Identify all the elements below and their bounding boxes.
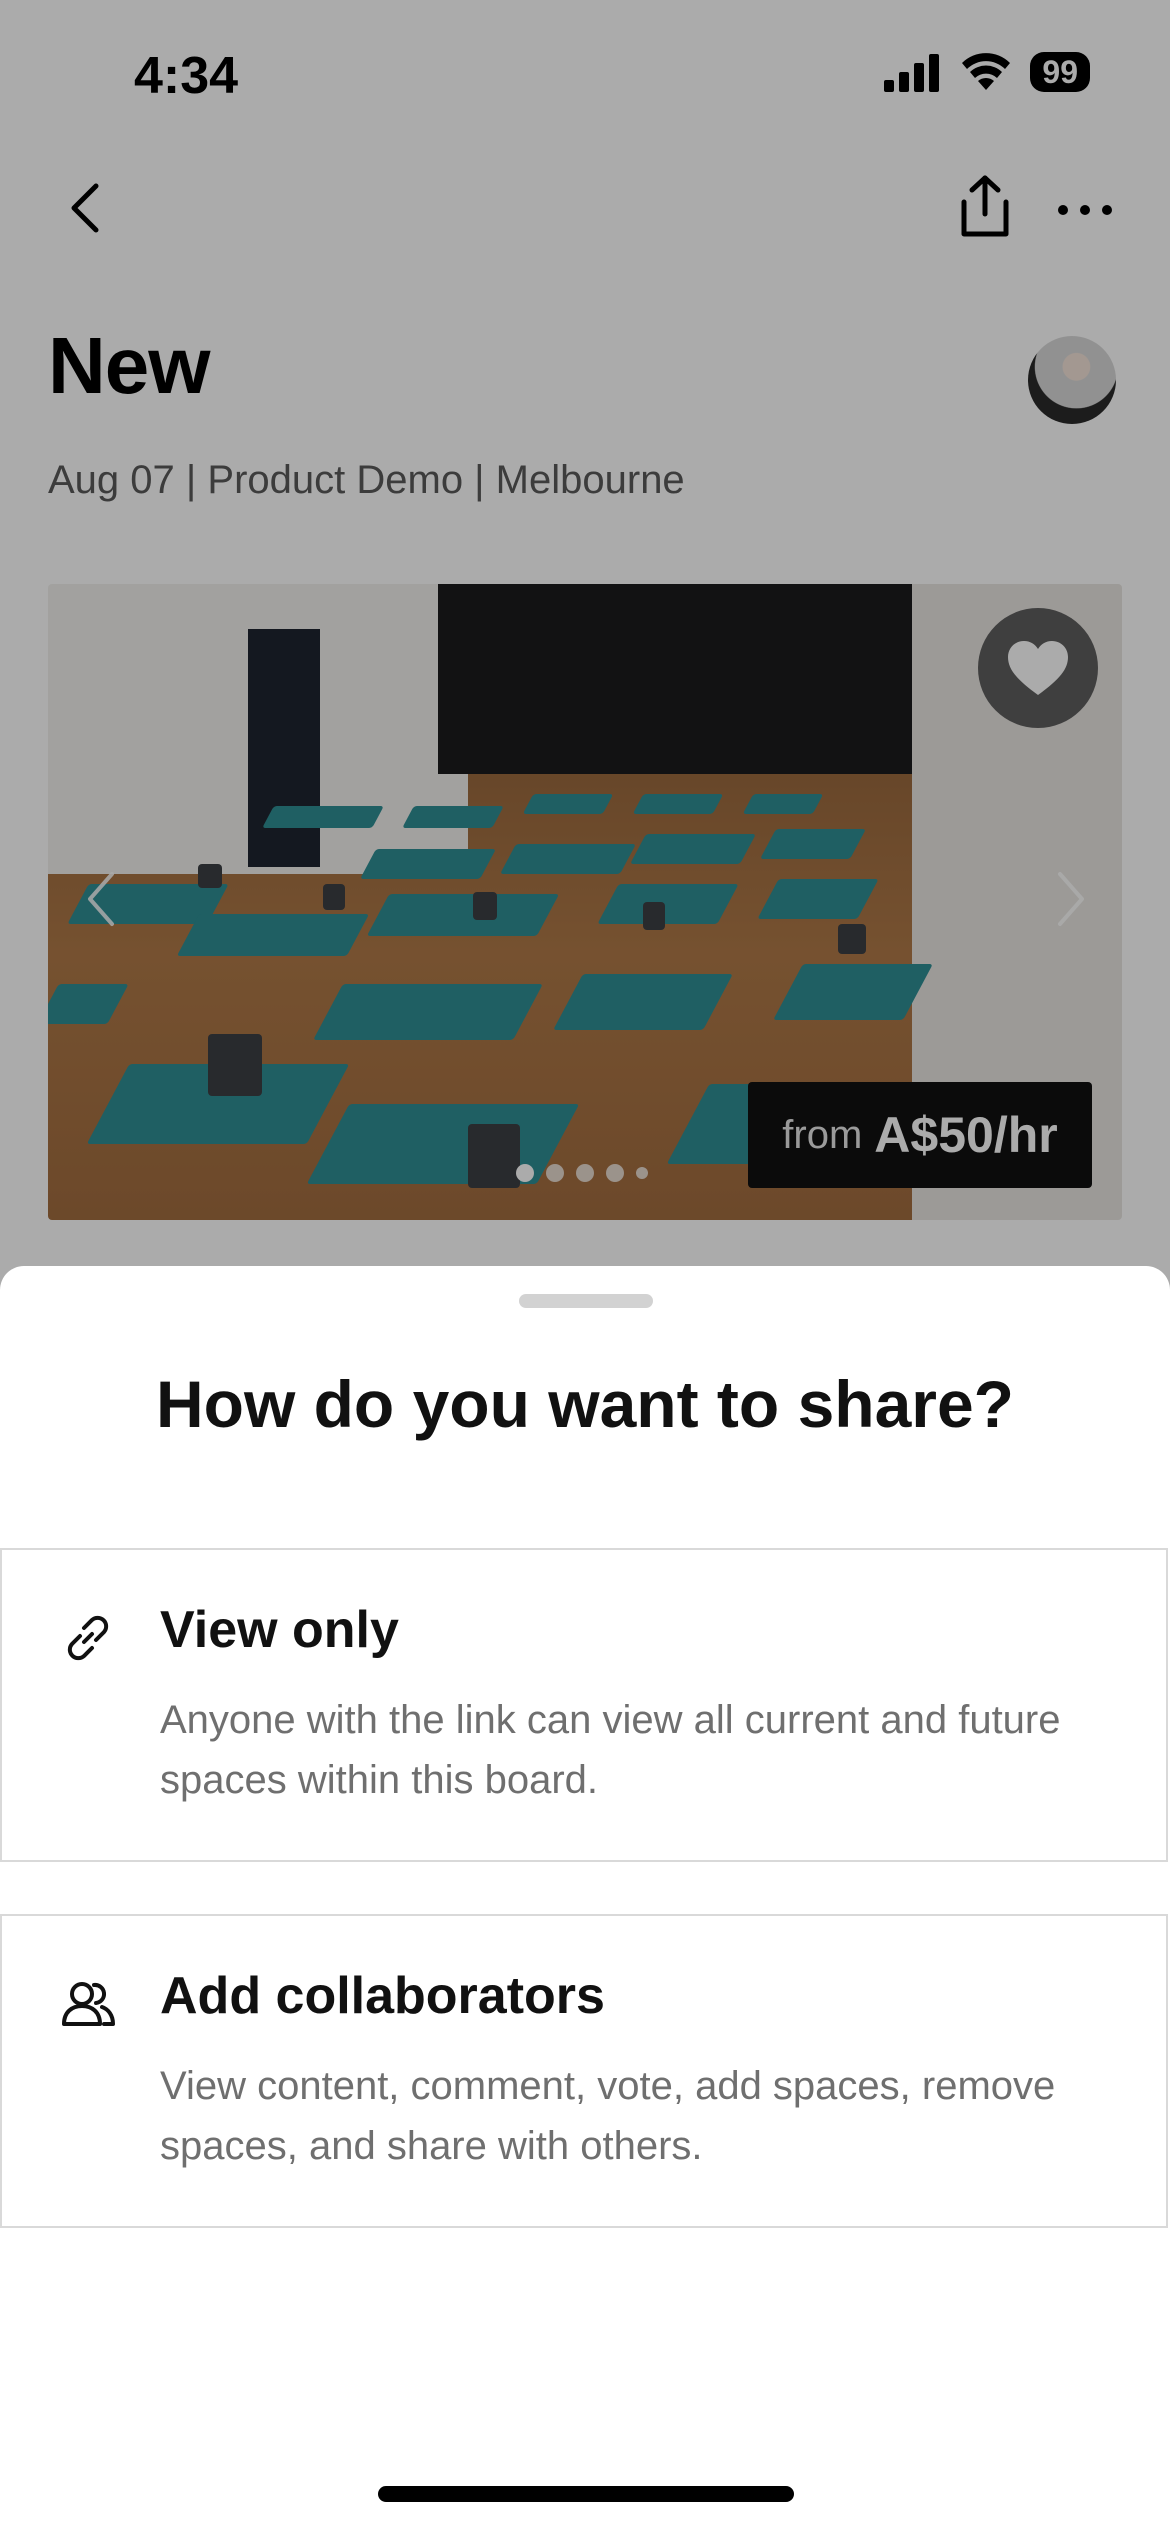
share-sheet: How do you want to share? View only Anyo… <box>0 1266 1170 2532</box>
share-option-add-collaborators[interactable]: Add collaborators View content, comment,… <box>0 1914 1168 2228</box>
link-icon <box>67 1615 109 1661</box>
people-icon <box>62 1982 115 2026</box>
sheet-title: How do you want to share? <box>155 1367 1015 1441</box>
home-indicator[interactable] <box>378 2486 794 2502</box>
option-description: View content, comment, vote, add spaces,… <box>160 2064 1056 2168</box>
share-option-view-only[interactable]: View only Anyone with the link can view … <box>0 1548 1168 1862</box>
option-title: Add collaborators <box>160 1967 605 2025</box>
option-title: View only <box>160 1601 399 1659</box>
option-description: Anyone with the link can view all curren… <box>160 1698 1061 1802</box>
sheet-drag-handle[interactable] <box>519 1294 653 1308</box>
